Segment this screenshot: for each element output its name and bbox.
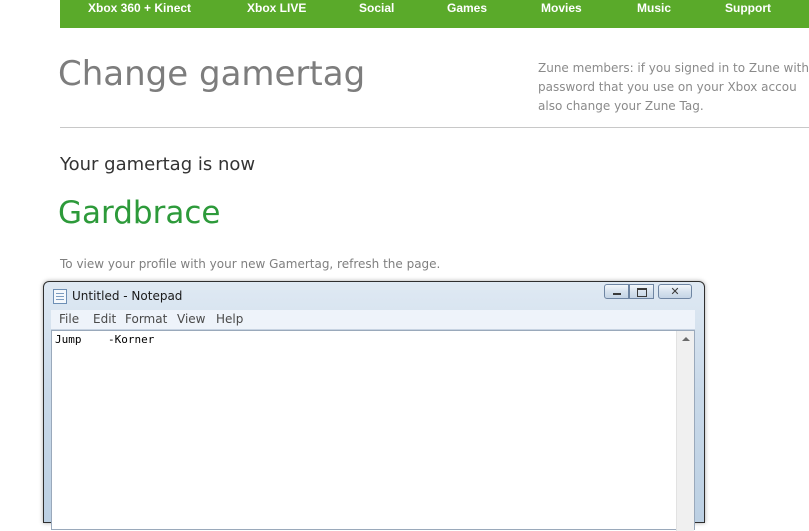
menu-help[interactable]: Help bbox=[216, 312, 243, 327]
nav-item-movies[interactable]: Movies bbox=[541, 0, 582, 16]
gamertag-label: Your gamertag is now bbox=[60, 154, 256, 175]
nav-item-xbox-live[interactable]: Xbox LIVE bbox=[247, 0, 306, 16]
zune-note-line: Zune members: if you signed in to Zune w… bbox=[538, 61, 809, 75]
nav-item-games[interactable]: Games bbox=[447, 0, 487, 16]
vertical-scrollbar[interactable] bbox=[676, 331, 694, 531]
menu-format[interactable]: Format bbox=[125, 312, 167, 327]
scroll-up-icon[interactable] bbox=[682, 337, 690, 341]
nav-item-music[interactable]: Music bbox=[637, 0, 671, 16]
gamertag-value: Gardbrace bbox=[58, 195, 221, 231]
menu-edit[interactable]: Edit bbox=[93, 312, 116, 327]
nav-item-social[interactable]: Social bbox=[359, 0, 394, 16]
notepad-window[interactable]: Untitled - Notepad ✕ File Edit Format Vi… bbox=[43, 281, 705, 531]
maximize-button[interactable] bbox=[629, 284, 654, 299]
zune-note: Zune members: if you signed in to Zune w… bbox=[538, 59, 809, 116]
divider bbox=[60, 127, 809, 128]
menu-file[interactable]: File bbox=[59, 312, 79, 327]
page-title: Change gamertag bbox=[58, 54, 366, 94]
maximize-icon bbox=[637, 288, 647, 297]
zune-note-line: also change your Zune Tag. bbox=[538, 99, 704, 113]
notepad-content[interactable]: Jump -Korner bbox=[55, 332, 154, 347]
minimize-icon bbox=[613, 293, 621, 295]
zune-note-line: password that you use on your Xbox accou bbox=[538, 80, 797, 94]
nav-item-xbox-360-kinect[interactable]: Xbox 360 + Kinect bbox=[88, 0, 191, 16]
notepad-icon bbox=[53, 289, 67, 304]
minimize-button[interactable] bbox=[604, 284, 629, 299]
notepad-menubar: File Edit Format View Help bbox=[51, 310, 695, 330]
notepad-title: Untitled - Notepad bbox=[72, 289, 183, 303]
refresh-note: To view your profile with your new Gamer… bbox=[60, 257, 441, 271]
top-nav: Xbox 360 + Kinect Xbox LIVE Social Games… bbox=[60, 0, 809, 28]
menu-view[interactable]: View bbox=[177, 312, 205, 327]
nav-item-support[interactable]: Support bbox=[725, 0, 771, 16]
close-icon: ✕ bbox=[670, 285, 680, 298]
close-button[interactable]: ✕ bbox=[658, 284, 692, 299]
notepad-text-area[interactable]: Jump -Korner bbox=[51, 330, 695, 531]
